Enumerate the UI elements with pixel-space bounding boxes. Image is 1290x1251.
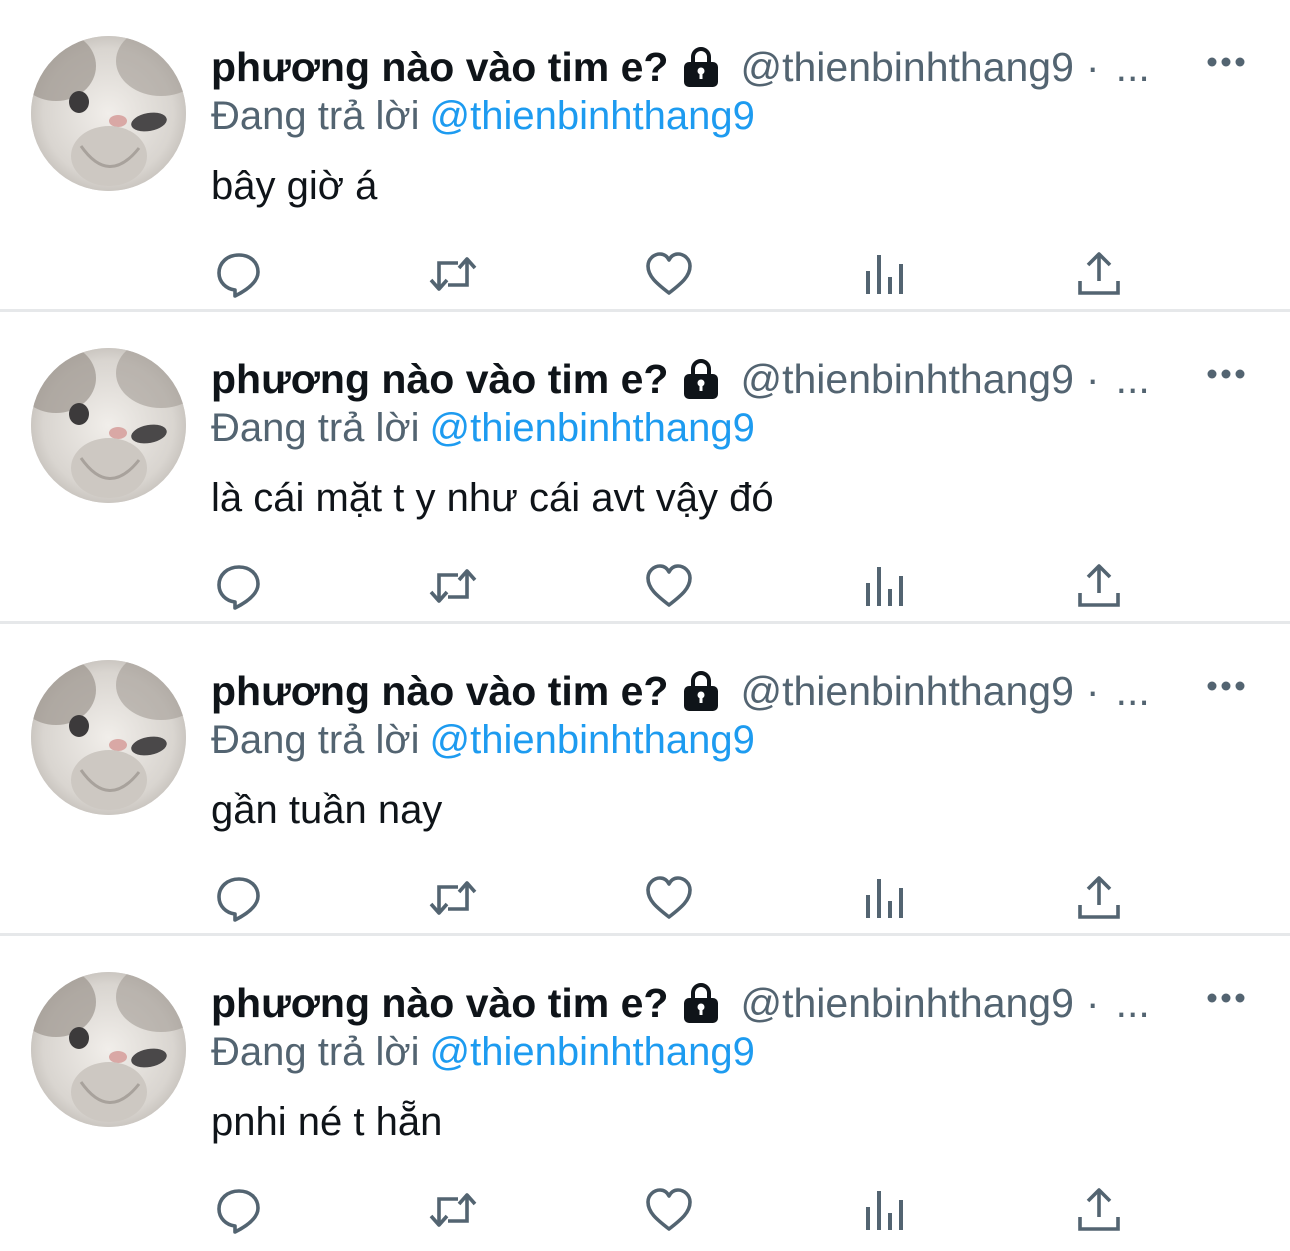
avatar-image <box>31 348 186 503</box>
reply-icon[interactable] <box>211 870 267 926</box>
tweet-text: pnhi né t hẵn <box>211 1100 443 1144</box>
analytics-icon[interactable] <box>856 1182 912 1238</box>
avatar-image <box>31 972 186 1127</box>
more-horizontal-icon[interactable] <box>1206 988 1246 1008</box>
user-handle[interactable]: @thienbinhthang9 <box>740 40 1073 94</box>
tweet-actions <box>211 1182 1141 1238</box>
heart-icon[interactable] <box>641 558 697 614</box>
heart-icon[interactable] <box>641 870 697 926</box>
reply-prefix: Đang trả lời <box>211 1030 420 1074</box>
more-horizontal-icon[interactable] <box>1206 676 1246 696</box>
display-name[interactable]: phương nào vào tim e? <box>211 40 668 94</box>
avatar[interactable] <box>31 36 186 191</box>
display-name[interactable]: phương nào vào tim e? <box>211 664 668 718</box>
tweet-actions <box>211 246 1141 302</box>
heart-icon[interactable] <box>641 246 697 302</box>
replying-to: Đang trả lời @thienbinhthang9 <box>211 402 755 454</box>
reply-icon[interactable] <box>211 1182 267 1238</box>
timestamp: ... <box>1115 44 1150 90</box>
display-name[interactable]: phương nào vào tim e? <box>211 352 668 406</box>
tweet-header: phương nào vào tim e? @thienbinhthang9 ·… <box>211 352 1150 406</box>
tweet[interactable]: phương nào vào tim e? @thienbinhthang9 ·… <box>0 624 1290 936</box>
retweet-icon[interactable] <box>425 870 481 926</box>
reply-prefix: Đang trả lời <box>211 406 420 450</box>
analytics-icon[interactable] <box>856 558 912 614</box>
retweet-icon[interactable] <box>425 558 481 614</box>
reply-mention-link[interactable]: @thienbinhthang9 <box>430 718 755 762</box>
reply-mention-link[interactable]: @thienbinhthang9 <box>430 1030 755 1074</box>
reply-icon[interactable] <box>211 558 267 614</box>
user-handle[interactable]: @thienbinhthang9 <box>740 976 1073 1030</box>
avatar-image <box>31 36 186 191</box>
timestamp: ... <box>1115 668 1150 714</box>
avatar-image <box>31 660 186 815</box>
reply-icon[interactable] <box>211 246 267 302</box>
share-icon[interactable] <box>1071 246 1127 302</box>
tweet-header: phương nào vào tim e? @thienbinhthang9 ·… <box>211 664 1150 718</box>
user-handle[interactable]: @thienbinhthang9 <box>740 664 1073 718</box>
tweet[interactable]: phương nào vào tim e? @thienbinhthang9 ·… <box>0 936 1290 1248</box>
share-icon[interactable] <box>1071 1182 1127 1238</box>
avatar[interactable] <box>31 972 186 1127</box>
separator: · <box>1085 44 1100 90</box>
tweet[interactable]: phương nào vào tim e? @thienbinhthang9 ·… <box>0 0 1290 312</box>
avatar[interactable] <box>31 348 186 503</box>
lock-icon <box>680 45 722 89</box>
tweet-header: phương nào vào tim e? @thienbinhthang9 ·… <box>211 976 1150 1030</box>
heart-icon[interactable] <box>641 1182 697 1238</box>
separator: · <box>1085 980 1100 1026</box>
reply-mention-link[interactable]: @thienbinhthang9 <box>430 406 755 450</box>
reply-prefix: Đang trả lời <box>211 718 420 762</box>
user-handle[interactable]: @thienbinhthang9 <box>740 352 1073 406</box>
share-icon[interactable] <box>1071 558 1127 614</box>
replying-to: Đang trả lời @thienbinhthang9 <box>211 714 755 766</box>
tweet[interactable]: phương nào vào tim e? @thienbinhthang9 ·… <box>0 312 1290 624</box>
separator: · <box>1085 668 1100 714</box>
display-name[interactable]: phương nào vào tim e? <box>211 976 668 1030</box>
retweet-icon[interactable] <box>425 246 481 302</box>
tweet-text: là cái mặt t y như cái avt vậy đó <box>211 476 774 520</box>
tweet-actions <box>211 558 1141 614</box>
avatar[interactable] <box>31 660 186 815</box>
timestamp: ... <box>1115 356 1150 402</box>
tweet-text: bây giờ á <box>211 164 378 208</box>
more-horizontal-icon[interactable] <box>1206 364 1246 384</box>
tweet-feed: phương nào vào tim e? @thienbinhthang9 ·… <box>0 0 1290 1251</box>
lock-icon <box>680 669 722 713</box>
lock-icon <box>680 357 722 401</box>
share-icon[interactable] <box>1071 870 1127 926</box>
analytics-icon[interactable] <box>856 870 912 926</box>
tweet-actions <box>211 870 1141 926</box>
replying-to: Đang trả lời @thienbinhthang9 <box>211 90 755 142</box>
tweet-text: gần tuần nay <box>211 788 443 832</box>
replying-to: Đang trả lời @thienbinhthang9 <box>211 1026 755 1078</box>
reply-mention-link[interactable]: @thienbinhthang9 <box>430 94 755 138</box>
analytics-icon[interactable] <box>856 246 912 302</box>
more-horizontal-icon[interactable] <box>1206 52 1246 72</box>
lock-icon <box>680 981 722 1025</box>
separator: · <box>1085 356 1100 402</box>
reply-prefix: Đang trả lời <box>211 94 420 138</box>
retweet-icon[interactable] <box>425 1182 481 1238</box>
tweet-header: phương nào vào tim e? @thienbinhthang9 ·… <box>211 40 1150 94</box>
timestamp: ... <box>1115 980 1150 1026</box>
